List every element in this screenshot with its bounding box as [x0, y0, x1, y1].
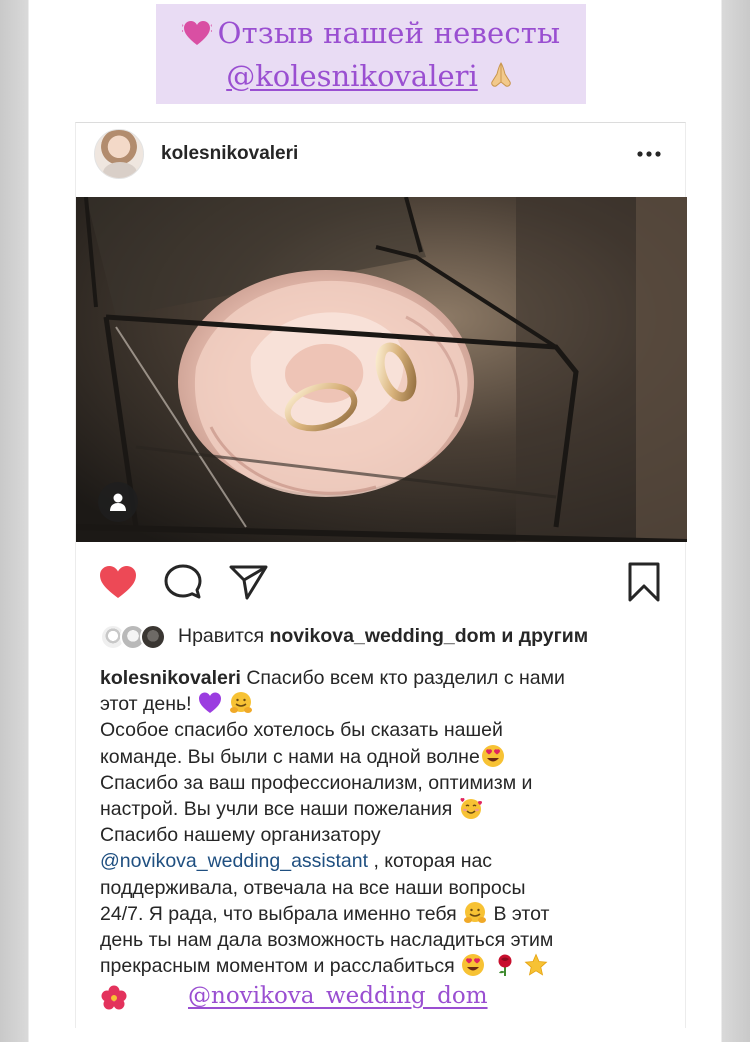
rose-emoji-icon — [498, 954, 512, 977]
purple-heart-emoji-icon — [199, 692, 221, 714]
hibiscus-emoji-icon — [101, 985, 127, 1010]
caption-text: , которая нас — [373, 850, 493, 873]
caption-text: прекрасным моментом и расслабиться — [100, 955, 455, 978]
hugging-face-emoji-icon — [230, 692, 253, 714]
caption-text: В этот — [493, 902, 550, 925]
praying-hands-emoji-icon — [491, 62, 511, 87]
story-screen: Отзыв нашей невесты @kolesnikovaleri kol… — [0, 0, 750, 1042]
comment-icon[interactable] — [164, 564, 202, 600]
caption-mention-assistant[interactable]: @novikova_wedding_assistant — [100, 850, 368, 872]
caption-line: Спасибо нашему организатору — [100, 822, 675, 848]
caption-line: этот день! — [100, 691, 675, 717]
purple-heart-emoji-icon — [181, 21, 212, 45]
post-actions — [76, 542, 685, 620]
caption-text: Спасибо за ваш профессионализм, оптимизм… — [100, 771, 533, 794]
caption-line: настрой. Вы учли все наши пожелания — [100, 796, 675, 822]
likes-prefix: Нравится — [178, 625, 265, 647]
caption-text: поддерживала, отвечала на все наши вопро… — [100, 876, 526, 899]
caption-line: @novikova_wedding_assistant , которая на… — [100, 848, 675, 874]
post-photo[interactable] — [76, 197, 687, 542]
footer-studio-link[interactable]: @novikova_wedding_dom — [188, 983, 488, 1009]
caption-text: настрой. Вы учли все наши пожелания — [100, 797, 453, 820]
banner-handle-link[interactable]: @kolesnikovaleri — [226, 59, 478, 93]
save-bookmark-icon[interactable] — [627, 562, 661, 602]
caption-line: день ты нам дала возможность насладиться… — [100, 927, 675, 953]
likes-user-link[interactable]: novikova_wedding_dom — [269, 625, 495, 647]
likes-text: Нравится novikova_wedding_dom и другим — [178, 625, 588, 648]
caption-text: Спасибо всем кто разделил с нами — [246, 667, 565, 689]
caption-author-link[interactable]: kolesnikovaleri — [100, 667, 241, 689]
heart-eyes-emoji-icon — [462, 954, 485, 977]
smiling-face-with-hearts-emoji-icon — [460, 797, 482, 819]
caption-line: kolesnikovaleri Спасибо всем кто раздели… — [100, 665, 675, 691]
caption-line: команде. Вы были с нами на одной волне — [100, 744, 675, 770]
caption-line: поддерживала, отвечала на все наши вопро… — [100, 875, 675, 901]
caption-text: 24/7. Я рада, что выбрала именно тебя — [100, 902, 457, 925]
caption-text: этот день! — [100, 693, 192, 716]
liker-avatars — [100, 624, 172, 650]
star-emoji-icon — [524, 953, 548, 976]
like-heart-icon[interactable] — [98, 564, 138, 600]
instagram-post-card: kolesnikovaleri Нравится novikova_weddin… — [75, 122, 687, 1028]
user-icon — [110, 493, 126, 511]
caption-line: Спасибо за ваш профессионализм, оптимизм… — [100, 770, 675, 796]
story-banner: Отзыв нашей невесты @kolesnikovaleri — [156, 4, 586, 104]
caption-line: 24/7. Я рада, что выбрала именно тебя В … — [100, 901, 675, 927]
caption-line: Особое спасибо хотелось бы сказать нашей — [100, 717, 675, 743]
banner-handle-row: @kolesnikovaleri — [156, 59, 586, 93]
caption-line: прекрасным моментом и расслабиться — [100, 953, 675, 979]
caption-text: день ты нам дала возможность насладиться… — [100, 928, 554, 951]
banner-title: Отзыв нашей невесты — [217, 16, 561, 50]
likes-summary[interactable]: Нравится novikova_wedding_dom и другим — [100, 623, 670, 653]
heart-eyes-emoji-icon — [481, 744, 504, 767]
likes-suffix[interactable]: и другим — [501, 625, 588, 647]
more-options-icon[interactable] — [637, 150, 661, 158]
caption-text: Спасибо нашему организатору — [100, 824, 381, 847]
post-caption: kolesnikovaleri Спасибо всем кто раздели… — [100, 665, 675, 979]
author-username[interactable]: kolesnikovaleri — [161, 143, 298, 165]
caption-text: команде. Вы были с нами на одной волне — [100, 745, 480, 768]
tagged-users-button[interactable] — [98, 482, 138, 522]
author-avatar[interactable] — [94, 129, 144, 179]
rose-rings-photo — [76, 197, 687, 542]
caption-text: Особое спасибо хотелось бы сказать нашей — [100, 719, 503, 742]
banner-title-row: Отзыв нашей невесты — [156, 16, 586, 50]
share-send-icon[interactable] — [229, 564, 269, 600]
liker-avatar — [140, 624, 166, 650]
post-header: kolesnikovaleri — [76, 123, 685, 197]
hugging-face-emoji-icon — [464, 901, 487, 923]
